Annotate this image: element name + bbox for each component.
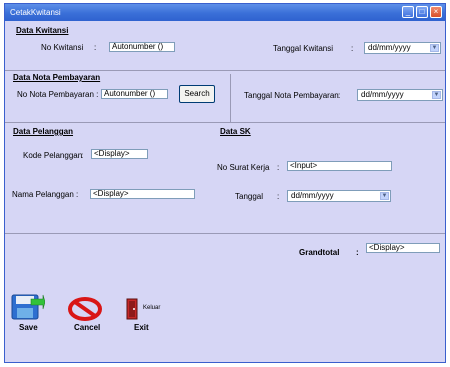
no-surat-kerja-label: No Surat Kerja xyxy=(217,163,270,172)
cetak-kwitansi-window: CetakKwitansi _ □ × Data Kwitansi No Kwi… xyxy=(4,3,446,363)
save-button[interactable] xyxy=(11,293,46,321)
cancel-icon xyxy=(68,297,102,321)
tanggal-nota-label: Tanggal Nota Pembayaran xyxy=(244,91,339,100)
no-surat-kerja-input[interactable]: <Input> xyxy=(287,161,392,171)
exit-icon-text: Keluar xyxy=(143,305,161,311)
nama-pelanggan-field: <Display> xyxy=(90,189,195,199)
cancel-button[interactable] xyxy=(67,297,103,321)
cancel-button-label: Cancel xyxy=(74,323,101,332)
divider xyxy=(5,122,445,123)
minimize-icon[interactable]: _ xyxy=(402,6,414,18)
grandtotal-label: Grandtotal xyxy=(299,248,340,257)
grandtotal-field: <Display> xyxy=(366,243,440,253)
divider xyxy=(5,233,445,234)
nama-pelanggan-label: Nama Pelanggan : xyxy=(12,190,79,199)
tanggal-nota-value: dd/mm/yyyy xyxy=(361,90,404,99)
kode-pelanggan-colon: : xyxy=(81,151,84,160)
chevron-down-icon[interactable]: ▼ xyxy=(430,44,439,52)
no-kwitansi-field[interactable]: Autonumber () xyxy=(109,42,175,52)
title-bar[interactable]: CetakKwitansi _ □ × xyxy=(5,4,445,21)
exit-door-icon xyxy=(126,298,138,320)
close-icon[interactable]: × xyxy=(430,6,442,18)
save-icon xyxy=(11,294,46,320)
tanggal-kwitansi-value: dd/mm/yyyy xyxy=(368,43,411,52)
tanggal-sk-label: Tanggal xyxy=(235,192,264,201)
tanggal-sk-date-picker[interactable]: dd/mm/yyyy ▼ xyxy=(287,190,391,202)
section-title-kwitansi: Data Kwitansi xyxy=(16,26,69,35)
window-title: CetakKwitansi xyxy=(10,8,61,17)
grandtotal-colon: : xyxy=(356,248,359,257)
divider xyxy=(5,70,445,71)
chevron-down-icon[interactable]: ▼ xyxy=(380,192,389,200)
exit-button[interactable]: Keluar xyxy=(126,298,162,322)
section-title-nota: Data Nota Pembayaran xyxy=(13,73,101,82)
tanggal-kwitansi-colon: : xyxy=(351,44,354,53)
section-title-sk: Data SK xyxy=(220,127,251,136)
search-button-label: Search xyxy=(184,89,210,98)
tanggal-kwitansi-label: Tanggal Kwitansi xyxy=(273,44,334,53)
exit-button-label: Exit xyxy=(134,323,149,332)
chevron-down-icon[interactable]: ▼ xyxy=(432,91,441,99)
tanggal-kwitansi-date-picker[interactable]: dd/mm/yyyy ▼ xyxy=(364,42,441,54)
kode-pelanggan-field: <Display> xyxy=(91,149,148,159)
maximize-icon[interactable]: □ xyxy=(416,6,428,18)
tanggal-nota-date-picker[interactable]: dd/mm/yyyy ▼ xyxy=(357,89,443,101)
search-button[interactable]: Search xyxy=(179,85,215,103)
no-nota-field[interactable]: Autonumber () xyxy=(101,89,168,99)
no-kwitansi-label: No Kwitansi xyxy=(41,43,84,52)
tanggal-sk-colon: : xyxy=(277,192,280,201)
kode-pelanggan-label: Kode Pelanggan xyxy=(23,151,83,160)
divider xyxy=(230,74,231,122)
section-title-pelanggan: Data Pelanggan xyxy=(13,127,74,136)
tanggal-sk-value: dd/mm/yyyy xyxy=(291,191,334,200)
no-kwitansi-colon: : xyxy=(94,43,97,52)
save-button-label: Save xyxy=(19,323,38,332)
no-nota-label: No Nota Pembayaran : xyxy=(17,90,99,99)
no-surat-kerja-colon: : xyxy=(277,163,280,172)
tanggal-nota-colon: : xyxy=(338,91,341,100)
